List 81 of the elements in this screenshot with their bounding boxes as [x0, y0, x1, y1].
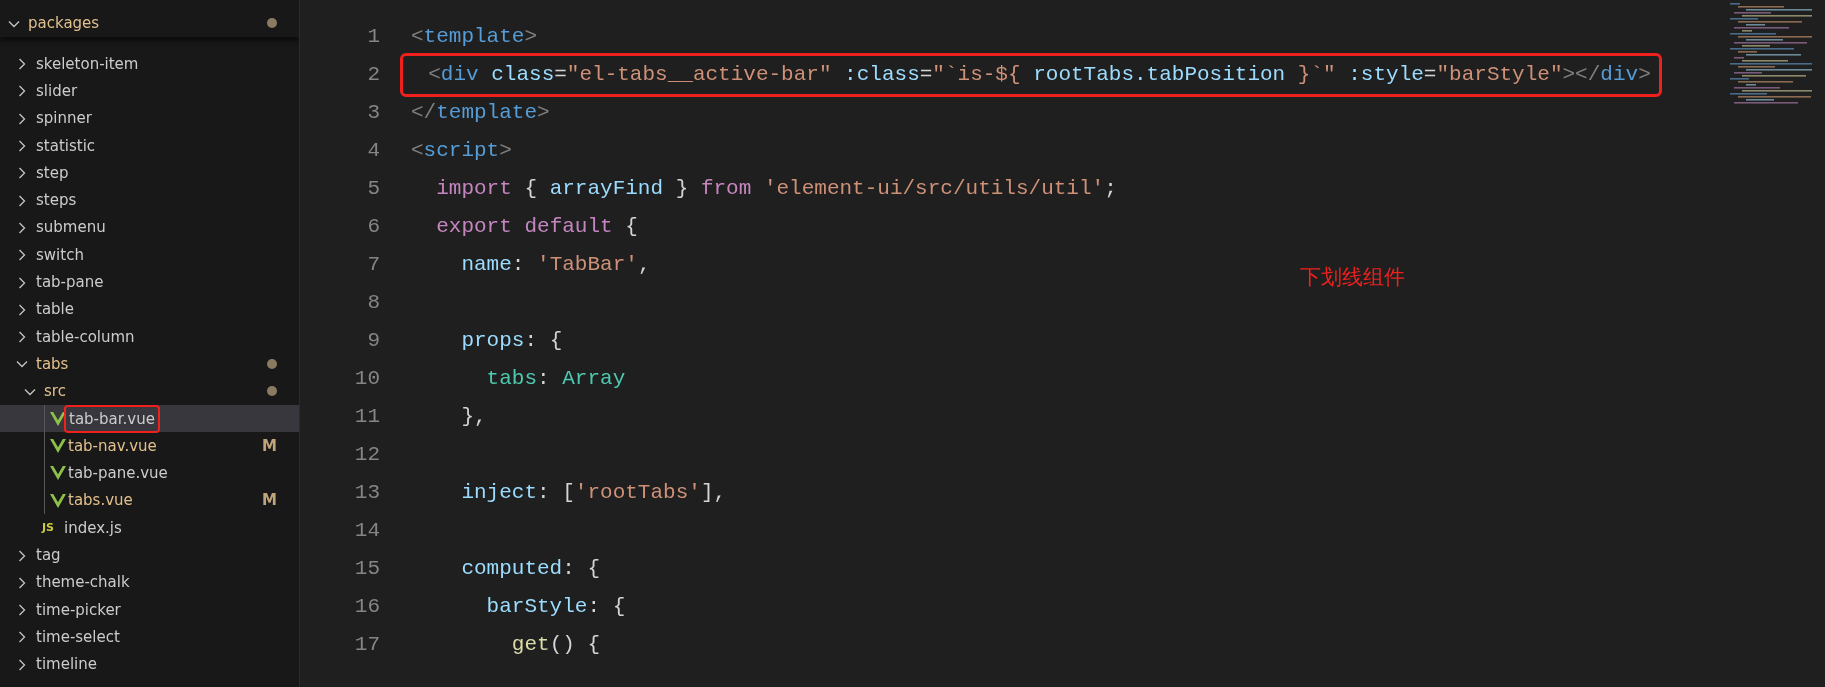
line-number: 8: [366, 290, 380, 317]
folder-name[interactable]: switch: [34, 243, 86, 267]
folder-name[interactable]: slider: [34, 80, 80, 103]
code-line: computed: {: [460, 556, 601, 583]
file-name[interactable]: tab-pane.vue: [66, 462, 170, 485]
folder-name[interactable]: tabs: [34, 352, 71, 376]
code-line: props: {: [460, 328, 563, 355]
line-number: 1: [366, 24, 380, 51]
chevron-right-icon[interactable]: [16, 658, 28, 671]
line-number: 9: [366, 328, 380, 355]
code-line: },: [460, 404, 487, 431]
chevron-right-icon[interactable]: [16, 331, 28, 344]
chevron-right-icon[interactable]: [16, 167, 28, 180]
folder-name[interactable]: theme-chalk: [34, 571, 132, 594]
folder-name[interactable]: tag: [34, 544, 63, 567]
folder-name[interactable]: skeleton-item: [34, 52, 141, 76]
folder-name[interactable]: statistic: [34, 134, 98, 158]
chevron-right-icon[interactable]: [16, 112, 28, 125]
folder-name[interactable]: time-select: [34, 625, 122, 649]
folder-name[interactable]: steps: [34, 189, 79, 212]
code-line: barStyle: {: [485, 594, 626, 621]
folder-name[interactable]: packages: [26, 12, 102, 35]
chevron-right-icon[interactable]: [16, 604, 28, 617]
git-status: M: [262, 490, 277, 512]
line-number: 7: [366, 252, 380, 279]
line-number: 14: [353, 518, 380, 545]
line-number: 16: [353, 594, 380, 621]
folder-name[interactable]: timeline: [34, 653, 99, 676]
file-name[interactable]: tab-nav.vue: [66, 434, 159, 458]
chevron-right-icon[interactable]: [16, 631, 28, 644]
file-name[interactable]: index.js: [62, 516, 124, 540]
folder-name[interactable]: src: [42, 380, 68, 403]
folder-name[interactable]: table: [34, 298, 76, 321]
line-number: 10: [353, 366, 380, 393]
file-name[interactable]: tabs.vue: [66, 489, 135, 512]
code-line: </template>: [411, 100, 550, 127]
folder-name[interactable]: table-column: [34, 325, 137, 349]
chevron-right-icon[interactable]: [16, 303, 28, 316]
line-number: 15: [353, 556, 380, 583]
chevron-right-icon[interactable]: [16, 249, 28, 262]
line-number: 12: [353, 442, 380, 469]
modified-dot: [267, 18, 277, 29]
git-status: M: [262, 435, 277, 457]
line-number: 2: [366, 62, 380, 89]
line-number: 5: [366, 176, 380, 203]
line-number: 17: [353, 632, 380, 659]
line-number: 6: [366, 214, 380, 241]
chevron-right-icon[interactable]: [16, 194, 28, 207]
vue-file-icon: [50, 439, 66, 454]
folder-name[interactable]: tab-pane: [34, 271, 106, 294]
code-line: <template>: [411, 24, 538, 51]
chevron-right-icon[interactable]: [16, 221, 28, 234]
folder-name[interactable]: time-picker: [34, 598, 123, 622]
code-line: <script>: [411, 138, 512, 165]
chevron-right-icon[interactable]: [16, 549, 28, 562]
line-number: 11: [353, 404, 380, 431]
line-number: 4: [366, 138, 380, 165]
chevron-right-icon[interactable]: [16, 58, 28, 71]
code-line: import { arrayFind } from 'element-ui/src/utils/util';: [435, 176, 1117, 203]
folder-name[interactable]: spinner: [34, 107, 94, 130]
js-file-icon: JS: [42, 519, 62, 537]
code-line: tabs: Array: [485, 366, 626, 393]
modified-dot: [267, 358, 277, 369]
chevron-right-icon[interactable]: [16, 576, 28, 589]
code-line: inject: ['rootTabs'],: [460, 480, 727, 507]
vue-file-icon: [50, 411, 66, 426]
chevron-right-icon[interactable]: [16, 85, 28, 98]
folder-name[interactable]: step: [34, 161, 71, 185]
folder-name[interactable]: submenu: [34, 216, 108, 239]
vue-file-icon: [50, 466, 66, 481]
chevron-right-icon[interactable]: [16, 276, 28, 289]
code-line: get() {: [510, 632, 601, 659]
code-line: name: 'TabBar',: [460, 252, 651, 279]
modified-dot: [267, 386, 277, 397]
line-number: 13: [353, 480, 380, 507]
code-line: <div class="el-tabs__active-bar" :class="`is-${ rootTabs.tabPosition }`" :style="barStyle"></div>: [403, 56, 1659, 94]
line-number: 3: [366, 100, 380, 127]
code-line: export default {: [435, 214, 638, 241]
annotation-text: 下划线组件: [1300, 264, 1405, 291]
vue-file-icon: [50, 493, 66, 508]
chevron-right-icon[interactable]: [16, 140, 28, 153]
